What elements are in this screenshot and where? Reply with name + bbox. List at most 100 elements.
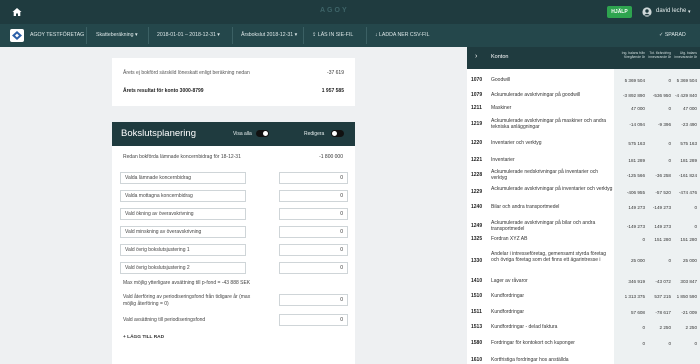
edit-toggle[interactable]: [331, 130, 344, 137]
adjustment-label-input[interactable]: Vald övrig bokslutsjustering 2: [120, 262, 246, 274]
adjustment-label-input[interactable]: Vald minskning av överavskrivning: [120, 226, 246, 238]
max-allocation-note: Max möjlig ytterligare avsättning till p…: [123, 280, 251, 286]
adjustment-value-input[interactable]: 0: [279, 244, 348, 256]
show-all-label: Visa alla: [233, 131, 252, 137]
unbooked-tax-label: Årets ej bokförd särskild löneskatt enli…: [123, 70, 250, 76]
divider: [303, 27, 304, 44]
account-name: Fordringar för kontokort och kuponger: [491, 340, 575, 346]
opening-balance: 0: [642, 340, 645, 346]
adjustment-value-input[interactable]: 0: [279, 190, 348, 202]
change-value: 2 250: [659, 324, 672, 330]
chevron-right-icon[interactable]: ›: [475, 53, 477, 60]
account-number: 1580: [471, 340, 483, 347]
account-number: 1221: [471, 157, 483, 164]
adjustment-value-input[interactable]: 0: [279, 208, 348, 220]
account-name: Goodwill: [491, 77, 511, 83]
account-name: Inventarier: [491, 157, 515, 163]
user-icon: [642, 7, 652, 17]
adjustment-value-input[interactable]: 0: [279, 172, 348, 184]
adjustment-value-input[interactable]: 0: [279, 262, 348, 274]
opening-balance: 346 919: [628, 278, 645, 284]
closing-balance: -23 490: [681, 121, 697, 127]
year-result-label: Årets resultat för konto 3000-8799: [123, 88, 204, 94]
change-value: -36 258: [655, 172, 671, 178]
opening-balance: 0: [642, 324, 645, 330]
tax-calculation-dropdown[interactable]: Skatteberäkning ▾: [96, 24, 138, 47]
account-number: 1325: [471, 236, 483, 243]
account-number: 1228: [471, 172, 483, 179]
closing-balance: 47 000: [682, 105, 697, 111]
period-dropdown[interactable]: 2018-01-01 – 2018-12-31 ▾: [157, 24, 220, 47]
closing-label: Årsbokslut 2018-12-31: [241, 32, 294, 38]
closing-balance: 1 850 590: [676, 293, 697, 299]
show-all-toggle[interactable]: [256, 130, 269, 137]
help-button[interactable]: HJÄLP: [607, 6, 632, 18]
account-number: 1229: [471, 189, 483, 196]
account-name: Ackumulerade avskrivningar på goodwill: [491, 92, 581, 98]
account-number: 1079: [471, 92, 483, 99]
period-label: 2018-01-01 – 2018-12-31: [157, 32, 216, 38]
adjustment-label-input[interactable]: Valda mottagna koncernbidrag: [120, 190, 246, 202]
divider: [86, 27, 87, 44]
change-value: -78 617: [655, 309, 671, 315]
adjustment-label-input[interactable]: Vald ökning av överavskrivning: [120, 208, 246, 220]
reversal-value-input[interactable]: 0: [279, 294, 348, 306]
user-name[interactable]: david leche: [656, 8, 686, 14]
opening-balance: -14 094: [629, 121, 645, 127]
account-number: 1513: [471, 324, 483, 331]
account-name: Kundfordringar - delad faktura: [491, 324, 558, 330]
adjustment-label-input[interactable]: Valda lämnade koncernbidrag: [120, 172, 246, 184]
account-name: Kundfordringar: [491, 293, 525, 299]
upload-icon: ⇪: [312, 32, 317, 38]
account-number: 1240: [471, 204, 483, 211]
divider: [366, 27, 367, 44]
allocation-label: Vald avsättning till periodiseringsfond: [123, 317, 206, 323]
download-icon: ↓: [375, 32, 378, 38]
home-icon[interactable]: [12, 7, 22, 17]
toolbar: AGOY TESTFÖRETAG Skatteberäkning ▾ 2018-…: [0, 24, 700, 47]
year-result-value: 1 957 585: [321, 88, 344, 94]
opening-balance: 0: [642, 236, 645, 242]
section-title: Bokslutsplanering: [121, 128, 196, 139]
chevron-down-icon: ▾: [217, 32, 220, 38]
account-number: 1410: [471, 278, 483, 285]
closing-balance: 0: [694, 223, 697, 229]
unbooked-tax-value: -37 619: [327, 70, 344, 76]
app-logo: AGOY: [320, 7, 349, 14]
account-name: Andelar i intresseföretag, gemensamt sty…: [491, 251, 607, 264]
closing-balance: -21 009: [681, 309, 697, 315]
allocation-value-input[interactable]: 0: [279, 314, 348, 326]
column-header-change: Tot. förändring innevarande år: [648, 51, 671, 59]
change-value: -9 396: [657, 121, 671, 127]
account-name: Lager av råvaror: [491, 278, 528, 284]
divider: [148, 27, 149, 44]
closing-balance: -474 476: [678, 189, 697, 195]
add-row-button[interactable]: + LÄGG TILL RAD: [123, 335, 164, 340]
closing-balance: 5 369 504: [676, 77, 697, 83]
chevron-down-icon: ▾: [134, 32, 138, 38]
change-value: -43 072: [655, 278, 671, 284]
change-value: 149 273: [654, 223, 671, 229]
adjustment-value-input[interactable]: 0: [279, 226, 348, 238]
download-csv-button[interactable]: ↓ LADDA NER CSV-FIL: [375, 24, 430, 47]
closing-dropdown[interactable]: Årsbokslut 2018-12-31 ▾: [241, 24, 297, 47]
import-sie-label: LÄS IN SIE-FIL: [317, 32, 354, 38]
reversal-label: Vald återföring av periodiseringsfond fr…: [123, 294, 251, 307]
booked-contributions-label: Redan bokförda lämnade koncernbidrag för…: [123, 154, 241, 160]
closing-balance: 575 163: [680, 140, 697, 146]
account-name: Bilar och andra transportmedel: [491, 204, 560, 210]
account-number: 1070: [471, 77, 483, 84]
opening-balance: -149 273: [626, 223, 645, 229]
bokslut-header: Bokslutsplanering Visa alla Redigera: [112, 122, 355, 146]
company-name[interactable]: AGOY TESTFÖRETAG: [30, 24, 84, 47]
edit-label: Redigera: [304, 131, 325, 137]
import-sie-button[interactable]: ⇪ LÄS IN SIE-FIL: [312, 24, 353, 47]
chevron-down-icon: ▾: [294, 32, 298, 38]
account-name: Ackumulerade avskrivningar på maskiner o…: [491, 118, 607, 131]
account-name: Ackumulerade nedskrivningar på inventari…: [491, 169, 599, 182]
accounts-title: Konton: [491, 54, 509, 60]
chevron-down-icon[interactable]: ▾: [688, 9, 691, 15]
opening-balance: 1 313 375: [624, 293, 645, 299]
column-header-closing: Utg. balans innevarande år: [674, 51, 697, 59]
adjustment-label-input[interactable]: Vald övrig bokslutsjustering 1: [120, 244, 246, 256]
